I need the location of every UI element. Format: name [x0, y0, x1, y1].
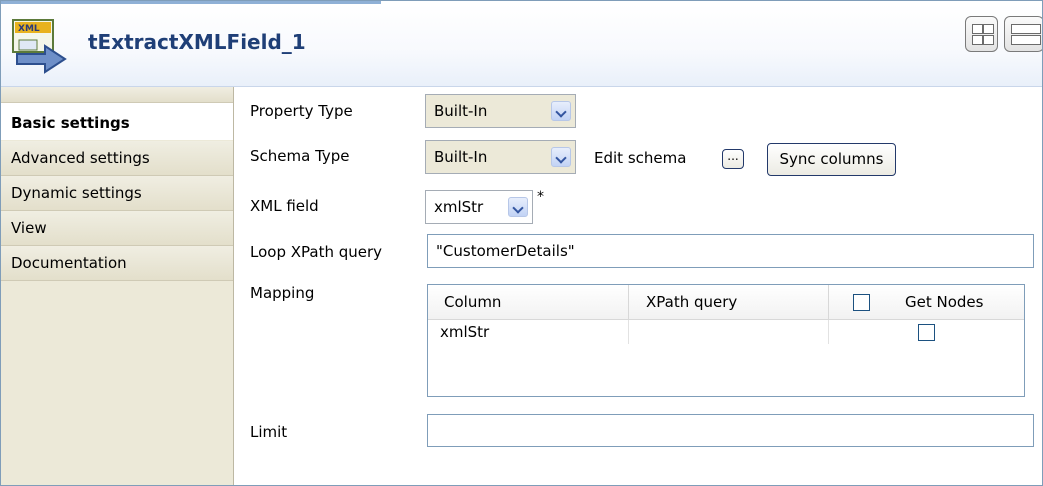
schema-type-value: Built-In [434, 148, 488, 166]
tab-label: Advanced settings [11, 149, 150, 167]
loop-xpath-value: "CustomerDetails" [436, 242, 575, 260]
sync-columns-button[interactable]: Sync columns [767, 143, 896, 176]
grid-view-button[interactable] [965, 16, 998, 52]
tab-basic-settings[interactable]: Basic settings [1, 103, 233, 140]
schema-type-select[interactable]: Built-In [425, 140, 576, 174]
mapping-table-header: Column XPath query Get Nodes [428, 285, 1024, 320]
xml-field-select[interactable]: xmlStr [425, 190, 533, 224]
row-get-nodes-cell [828, 320, 1024, 344]
ellipsis-icon: ... [727, 149, 739, 163]
loop-xpath-input[interactable]: "CustomerDetails" [427, 234, 1034, 268]
chevron-down-icon [551, 101, 571, 121]
xpath-query-header[interactable]: XPath query [628, 285, 828, 319]
component-settings-panel: XML tExtractXMLField_1 Basic settings Ad… [0, 0, 1043, 486]
property-type-select[interactable]: Built-In [425, 94, 576, 128]
svg-text:XML: XML [18, 24, 40, 34]
edit-schema-label: Edit schema [594, 149, 687, 167]
xml-field-value: xmlStr [434, 198, 484, 216]
tab-label: Documentation [11, 254, 127, 272]
limit-label: Limit [250, 423, 288, 441]
get-nodes-header[interactable]: Get Nodes [828, 285, 1024, 319]
column-header[interactable]: Column [444, 285, 629, 319]
schema-type-label: Schema Type [250, 147, 350, 165]
row-column-cell[interactable]: xmlStr [440, 320, 628, 344]
chevron-down-icon [551, 147, 571, 167]
component-title: tExtractXMLField_1 [88, 30, 306, 54]
sidebar-spacer [1, 87, 233, 103]
tab-view[interactable]: View [1, 211, 233, 246]
tab-label: Dynamic settings [11, 184, 142, 202]
property-type-label: Property Type [250, 102, 353, 120]
table-row[interactable]: xmlStr [428, 320, 1024, 344]
row-xpath-cell[interactable] [628, 320, 828, 344]
tab-documentation[interactable]: Documentation [1, 246, 233, 281]
settings-sidebar: Basic settings Advanced settings Dynamic… [1, 87, 234, 485]
loop-xpath-label: Loop XPath query [250, 243, 383, 261]
get-nodes-header-label: Get Nodes [905, 293, 984, 311]
component-header: XML tExtractXMLField_1 [1, 4, 1042, 87]
required-marker: * [537, 189, 544, 205]
tab-label: View [11, 219, 47, 237]
property-type-value: Built-In [434, 102, 488, 120]
limit-input[interactable] [427, 414, 1034, 447]
tab-dynamic-settings[interactable]: Dynamic settings [1, 176, 233, 211]
tab-label: Basic settings [11, 114, 130, 132]
xml-field-label: XML field [250, 197, 319, 215]
mapping-table: Column XPath query Get Nodes xmlStr [427, 284, 1025, 397]
chevron-down-icon [508, 197, 528, 217]
sync-columns-label: Sync columns [779, 150, 884, 168]
edit-schema-button[interactable]: ... [722, 149, 744, 169]
get-nodes-all-checkbox[interactable] [853, 294, 870, 311]
tab-advanced-settings[interactable]: Advanced settings [1, 141, 233, 176]
mapping-label: Mapping [250, 284, 315, 302]
xml-extract-icon: XML [11, 18, 71, 76]
list-view-button[interactable] [1004, 16, 1042, 52]
row-get-nodes-checkbox[interactable] [918, 324, 935, 341]
